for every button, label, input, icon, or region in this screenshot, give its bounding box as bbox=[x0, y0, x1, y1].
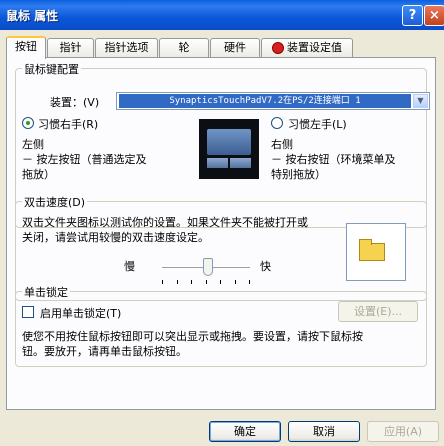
device-select[interactable]: SynapticsTouchPadV7.2在PS/2连接端口 1 ▼ bbox=[116, 92, 430, 110]
tab-pointer-options[interactable]: 指针选项 bbox=[95, 38, 158, 57]
slider-tick bbox=[177, 280, 178, 284]
right-hand-radio[interactable] bbox=[22, 117, 34, 129]
double-click-desc-cont: 关闭，请尝试用较慢的双击速度设定。 bbox=[22, 231, 209, 244]
click-lock-checkbox[interactable] bbox=[22, 306, 34, 318]
click-lock-settings-button[interactable]: 设置(E)... bbox=[338, 301, 418, 322]
click-lock-group: 单击锁定 启用单击锁定(T) 设置(E)... 使您不用按住鼠标按钮即可以突出显… bbox=[15, 284, 427, 367]
window-title: 鼠标 属性 bbox=[6, 9, 59, 23]
speed-slider-thumb[interactable] bbox=[203, 258, 213, 276]
test-area[interactable] bbox=[346, 223, 406, 281]
double-click-legend: 双击速度(D) bbox=[22, 194, 88, 210]
touchpad-image bbox=[199, 119, 259, 179]
click-lock-legend: 单击锁定 bbox=[22, 284, 70, 300]
ok-button[interactable]: 确定 bbox=[209, 421, 281, 442]
slider-tick bbox=[220, 280, 221, 284]
slider-tick bbox=[235, 280, 236, 284]
slider-tick bbox=[162, 280, 163, 284]
tab-device-settings[interactable]: 装置设定值 bbox=[261, 38, 353, 57]
apply-button[interactable]: 应用(A) bbox=[367, 421, 439, 442]
chevron-down-icon[interactable]: ▼ bbox=[413, 94, 428, 108]
double-click-group: 双击速度(D) 双击文件夹图标以测试你的设置。如果文件夹不能被打开或 关闭，请尝… bbox=[15, 194, 427, 301]
click-lock-label[interactable]: 启用单击锁定(T) bbox=[40, 305, 121, 321]
title-bar: 鼠标 属性 ? × bbox=[0, 0, 444, 30]
speed-slow-label: 慢 bbox=[124, 260, 135, 273]
left-hand-radio[interactable] bbox=[271, 117, 283, 129]
help-button[interactable]: ? bbox=[402, 5, 423, 26]
device-label: 装置：(V) bbox=[50, 96, 100, 109]
radio-selected-dot bbox=[26, 121, 30, 125]
left-side-desc-cont: 拖放） bbox=[22, 168, 55, 181]
close-button[interactable]: × bbox=[424, 5, 444, 26]
left-side-desc: － 按左按钮（普通选定及 bbox=[22, 153, 147, 166]
tab-hardware[interactable]: 硬件 bbox=[210, 38, 260, 57]
double-click-desc: 双击文件夹图标以测试你的设置。如果文件夹不能被打开或 bbox=[22, 216, 308, 229]
click-lock-desc: 使您不用按住鼠标按钮即可以突出显示或拖拽。要设置，请按下鼠标按 bbox=[22, 330, 363, 343]
tab-panel: 鼠标键配置 装置：(V) SynapticsTouchPadV7.2在PS/2连… bbox=[6, 57, 436, 410]
click-lock-desc-cont: 钮。要放开，请再单击鼠标按钮。 bbox=[22, 345, 187, 358]
right-side-desc: － 按右按钮（环境菜单及 bbox=[271, 153, 396, 166]
left-side-title: 左侧 bbox=[22, 138, 44, 151]
right-side-desc-cont: 特别拖放） bbox=[271, 168, 326, 181]
speed-fast-label: 快 bbox=[260, 260, 271, 273]
slider-tick bbox=[249, 280, 250, 284]
tab-wheel[interactable]: 轮 bbox=[159, 38, 209, 57]
cancel-button[interactable]: 取消 bbox=[288, 421, 360, 442]
tab-buttons[interactable]: 按钮 bbox=[6, 36, 46, 59]
tab-device-settings-label: 装置设定值 bbox=[287, 41, 342, 54]
left-hand-label[interactable]: 习惯左手(L) bbox=[288, 116, 347, 132]
tab-pointers[interactable]: 指针 bbox=[47, 38, 94, 57]
folder-icon[interactable] bbox=[359, 239, 385, 261]
slider-tick bbox=[206, 280, 207, 284]
right-hand-label[interactable]: 习惯右手(R) bbox=[38, 116, 98, 132]
button-config-legend: 鼠标键配置 bbox=[22, 61, 81, 77]
slider-tick bbox=[191, 280, 192, 284]
right-side-title: 右侧 bbox=[271, 138, 293, 151]
synaptics-icon bbox=[272, 42, 284, 54]
device-select-value: SynapticsTouchPadV7.2在PS/2连接端口 1 bbox=[119, 94, 411, 108]
